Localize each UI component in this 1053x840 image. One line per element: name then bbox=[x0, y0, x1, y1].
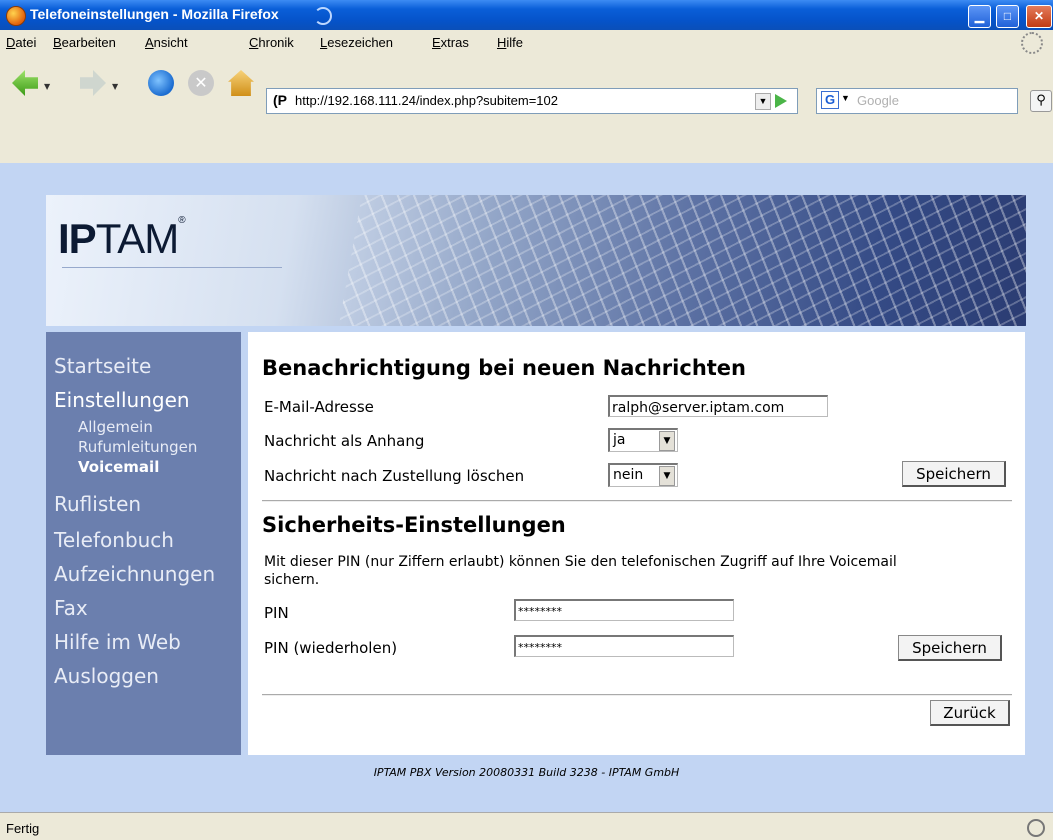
search-field[interactable]: G ▼ Google bbox=[816, 88, 1018, 114]
chevron-down-icon[interactable]: ▼ bbox=[659, 466, 675, 486]
url-history-dropdown-icon[interactable]: ▼ bbox=[755, 93, 771, 110]
menu-lesezeichen[interactable]: Lesezeichen bbox=[320, 35, 393, 50]
search-engine-dropdown-icon[interactable]: ▼ bbox=[841, 93, 850, 103]
pin-label: PIN bbox=[264, 604, 289, 622]
forward-history-dropdown-icon[interactable]: ▼ bbox=[112, 82, 118, 91]
pin-field[interactable]: ******** bbox=[514, 599, 734, 621]
sidebar-nav: Startseite Einstellungen Allgemein Rufum… bbox=[46, 332, 241, 755]
throbber-icon bbox=[1021, 32, 1043, 54]
iptam-logo: IPTAM® bbox=[58, 215, 186, 262]
email-field[interactable]: ralph@server.iptam.com bbox=[608, 395, 828, 417]
reload-icon[interactable] bbox=[148, 70, 174, 96]
attach-label: Nachricht als Anhang bbox=[264, 432, 425, 450]
menu-extras[interactable]: Extras bbox=[432, 35, 469, 50]
status-text: Fertig bbox=[6, 821, 40, 836]
close-window-button[interactable]: ✕ bbox=[1026, 5, 1052, 28]
status-activity-icon bbox=[1027, 819, 1045, 837]
menu-chronik[interactable]: Chronik bbox=[249, 35, 294, 50]
sidebar-item-startseite[interactable]: Startseite bbox=[54, 354, 151, 378]
notify-heading: Benachrichtigung bei neuen Nachrichten bbox=[262, 356, 746, 380]
delete-label: Nachricht nach Zustellung löschen bbox=[264, 467, 525, 485]
security-description: Mit dieser PIN (nur Ziffern erlaubt) kön… bbox=[264, 554, 897, 588]
search-magnifier-icon[interactable]: ⚲ bbox=[1030, 90, 1052, 112]
delete-select-value: nein bbox=[613, 467, 644, 483]
forward-arrow-icon[interactable] bbox=[80, 70, 106, 96]
sidebar-item-allgemein[interactable]: Allgemein bbox=[78, 418, 153, 436]
delete-select[interactable]: nein ▼ bbox=[608, 463, 678, 487]
save-pin-button[interactable]: Speichern bbox=[898, 635, 1002, 661]
logo-underline bbox=[62, 267, 282, 268]
menu-datei[interactable]: Datei bbox=[6, 35, 36, 50]
home-icon[interactable] bbox=[228, 70, 254, 96]
divider bbox=[262, 694, 1012, 696]
minimize-button[interactable]: ▁ bbox=[968, 5, 991, 28]
sidebar-item-aufzeichnungen[interactable]: Aufzeichnungen bbox=[54, 562, 215, 586]
chevron-down-icon[interactable]: ▼ bbox=[659, 431, 675, 451]
banner-grid-image bbox=[323, 195, 1026, 326]
header-banner: IPTAM® bbox=[46, 195, 1026, 326]
url-bar[interactable]: (P http://192.168.111.24/index.php?subit… bbox=[266, 88, 798, 114]
main-panel: Benachrichtigung bei neuen Nachrichten E… bbox=[248, 332, 1025, 755]
menu-hilfe[interactable]: Hilfe bbox=[497, 35, 523, 50]
menu-bearbeiten[interactable]: Bearbeiten bbox=[53, 35, 116, 50]
menu-bar: Datei Bearbeiten Ansicht Chronik Lesezei… bbox=[0, 30, 1053, 56]
back-arrow-icon[interactable] bbox=[12, 70, 38, 96]
url-text[interactable]: http://192.168.111.24/index.php?subitem=… bbox=[295, 93, 558, 108]
attach-select-value: ja bbox=[613, 432, 626, 448]
back-button[interactable]: Zurück bbox=[930, 700, 1010, 726]
maximize-button[interactable]: □ bbox=[996, 5, 1019, 28]
window-title-bar[interactable]: Telefoneinstellungen - Mozilla Firefox ▁… bbox=[0, 0, 1053, 30]
sidebar-item-telefonbuch[interactable]: Telefonbuch bbox=[54, 528, 174, 552]
loading-icon bbox=[314, 7, 332, 25]
sidebar-item-ausloggen[interactable]: Ausloggen bbox=[54, 664, 159, 688]
status-bar: Fertig bbox=[0, 812, 1053, 840]
menu-ansicht[interactable]: Ansicht bbox=[145, 35, 188, 50]
attach-select[interactable]: ja ▼ bbox=[608, 428, 678, 452]
security-heading: Sicherheits-Einstellungen bbox=[262, 513, 566, 537]
sidebar-item-rufumleitungen[interactable]: Rufumleitungen bbox=[78, 438, 197, 456]
sidebar-item-ruflisten[interactable]: Ruflisten bbox=[54, 492, 141, 516]
version-footer: IPTAM PBX Version 20080331 Build 3238 - … bbox=[373, 766, 680, 779]
email-label: E-Mail-Adresse bbox=[264, 398, 374, 416]
sidebar-item-hilfe-im-web[interactable]: Hilfe im Web bbox=[54, 630, 181, 654]
google-engine-icon[interactable]: G bbox=[821, 91, 839, 109]
pin-repeat-field[interactable]: ******** bbox=[514, 635, 734, 657]
sidebar-item-voicemail[interactable]: Voicemail bbox=[78, 458, 159, 476]
pin-repeat-label: PIN (wiederholen) bbox=[264, 639, 398, 657]
go-arrow-icon[interactable] bbox=[775, 94, 787, 108]
site-favicon-icon: (P bbox=[273, 92, 287, 108]
back-history-dropdown-icon[interactable]: ▼ bbox=[44, 82, 50, 91]
firefox-logo-icon bbox=[6, 6, 26, 26]
window-title: Telefoneinstellungen - Mozilla Firefox bbox=[30, 6, 279, 22]
save-notify-button[interactable]: Speichern bbox=[902, 461, 1006, 487]
sidebar-item-einstellungen[interactable]: Einstellungen bbox=[54, 388, 190, 412]
divider bbox=[262, 500, 1012, 502]
search-placeholder: Google bbox=[857, 93, 899, 108]
stop-icon[interactable]: ✕ bbox=[188, 70, 214, 96]
sidebar-item-fax[interactable]: Fax bbox=[54, 596, 88, 620]
